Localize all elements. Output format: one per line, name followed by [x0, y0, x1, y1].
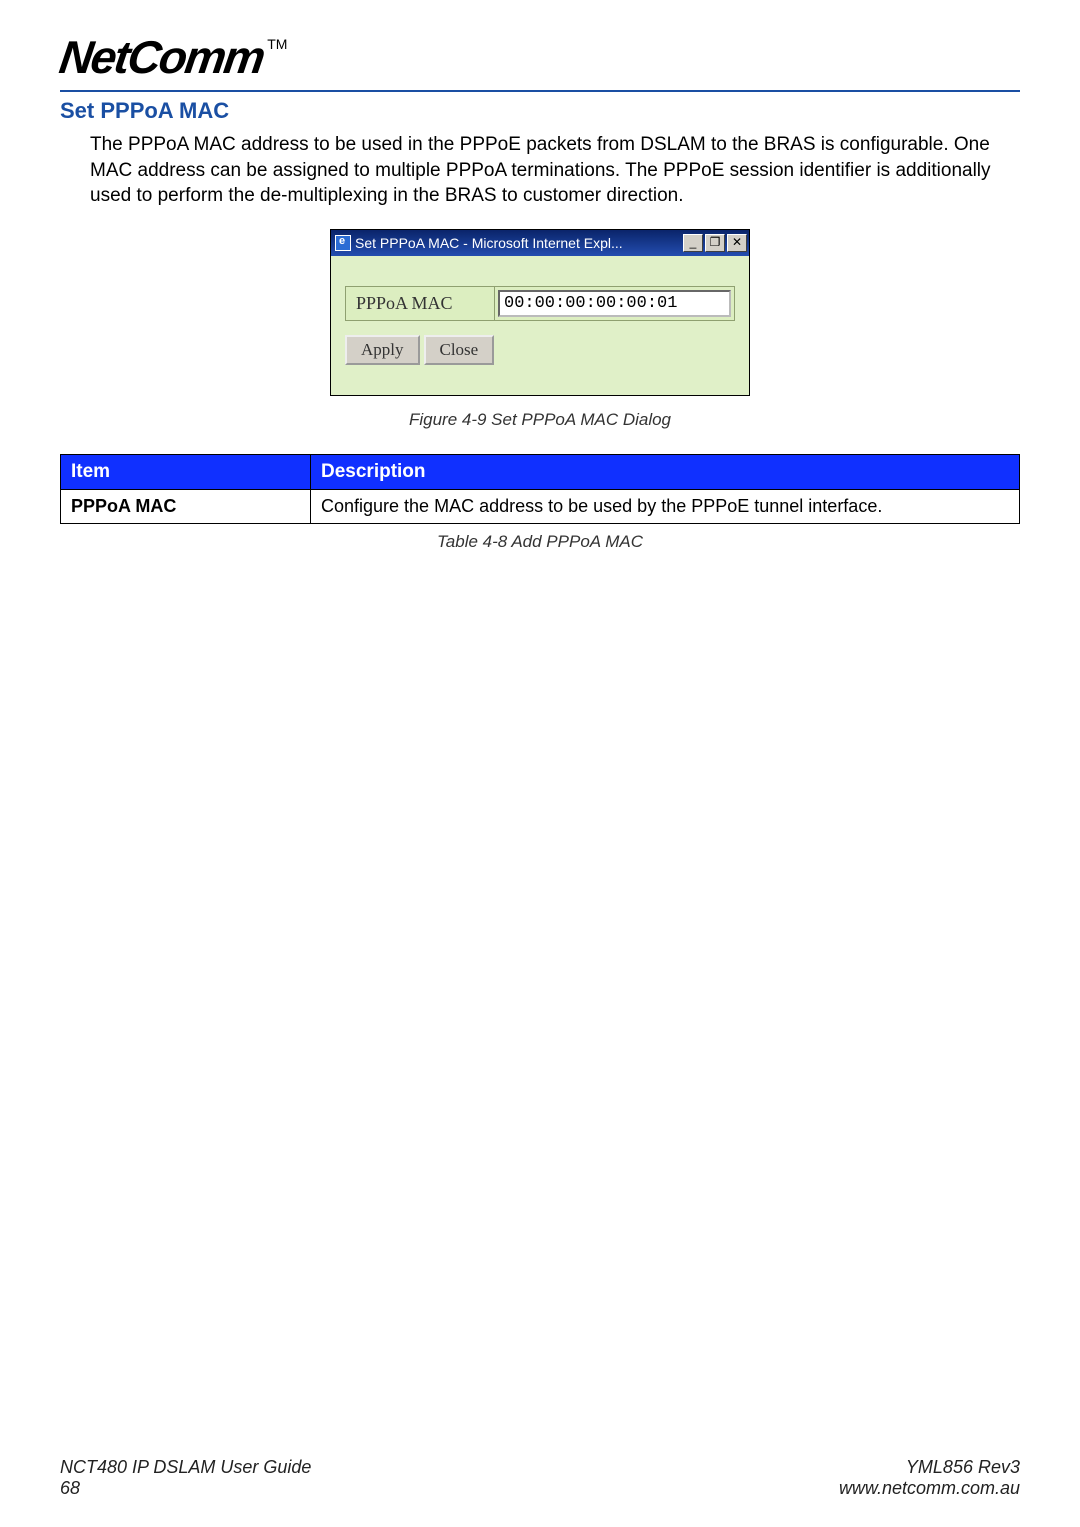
dialog-body: PPPoA MAC Apply Close [331, 256, 749, 395]
pppoa-mac-input[interactable] [498, 290, 731, 317]
restore-button[interactable]: ❐ [705, 234, 725, 252]
body-paragraph: The PPPoA MAC address to be used in the … [90, 132, 1020, 209]
footer-page-number: 68 [60, 1478, 311, 1499]
section-heading: Set PPPoA MAC [60, 98, 1020, 124]
logo: NetCommTM [60, 30, 1020, 84]
apply-button[interactable]: Apply [345, 335, 420, 365]
description-table: Item Description PPPoA MAC Configure the… [60, 454, 1020, 524]
footer-guide: NCT480 IP DSLAM User Guide [60, 1457, 311, 1478]
ie-icon [335, 235, 351, 251]
minimize-button[interactable]: _ [683, 234, 703, 252]
table-row: PPPoA MAC Configure the MAC address to b… [61, 489, 1020, 523]
table-caption: Table 4-8 Add PPPoA MAC [60, 532, 1020, 552]
close-window-button[interactable]: ✕ [727, 234, 747, 252]
table-cell-desc: Configure the MAC address to be used by … [311, 489, 1020, 523]
figure-caption: Figure 4-9 Set PPPoA MAC Dialog [60, 410, 1020, 430]
dialog-field-label: PPPoA MAC [345, 286, 495, 321]
close-button[interactable]: Close [424, 335, 495, 365]
dialog-window: Set PPPoA MAC - Microsoft Internet Expl.… [330, 229, 750, 396]
logo-text: NetComm [56, 30, 267, 84]
page-footer: NCT480 IP DSLAM User Guide 68 YML856 Rev… [60, 1457, 1020, 1499]
dialog-title: Set PPPoA MAC - Microsoft Internet Expl.… [355, 235, 681, 251]
logo-tm: TM [267, 36, 287, 52]
dialog-input-cell [495, 286, 735, 321]
table-header-desc: Description [311, 454, 1020, 489]
footer-url: www.netcomm.com.au [839, 1478, 1020, 1499]
table-cell-item: PPPoA MAC [61, 489, 311, 523]
table-header-item: Item [61, 454, 311, 489]
footer-revision: YML856 Rev3 [839, 1457, 1020, 1478]
dialog-field-row: PPPoA MAC [345, 286, 735, 321]
dialog-titlebar: Set PPPoA MAC - Microsoft Internet Expl.… [331, 230, 749, 256]
divider [60, 90, 1020, 92]
